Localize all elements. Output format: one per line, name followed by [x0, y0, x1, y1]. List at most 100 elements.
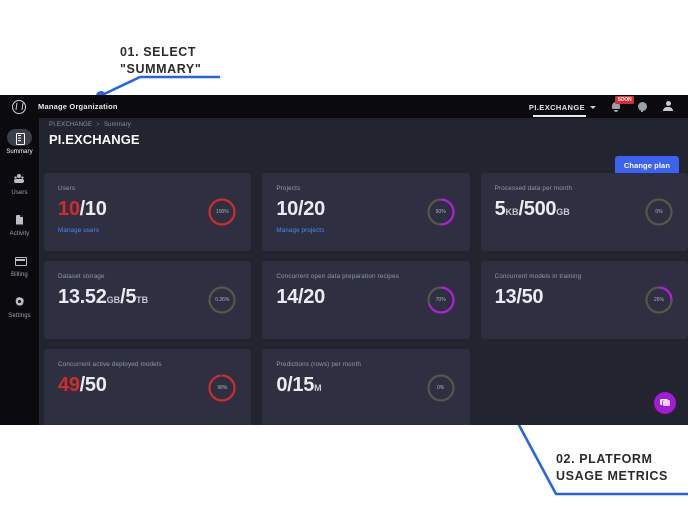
metric-progress-ring: 0%	[426, 373, 456, 403]
annotation-step-1: 01. SELECT "SUMMARY"	[120, 45, 202, 76]
metric-percent-label: 50%	[435, 209, 446, 215]
activity-icon	[14, 214, 25, 225]
settings-icon-wrap	[7, 293, 32, 310]
page-title: PI.EXCHANGE	[49, 132, 140, 147]
metric-progress-ring: 100%	[207, 197, 237, 227]
sidebar-item-summary[interactable]: Summary	[0, 124, 39, 160]
metric-percent-label: 0%	[437, 385, 445, 391]
metric-used: 49	[58, 374, 80, 396]
usage-metric-card: Concurrent active deployed models 49/50 98…	[44, 349, 252, 425]
metric-used: 10	[58, 198, 80, 220]
org-switcher[interactable]: PI.EXCHANGE	[529, 95, 596, 118]
metric-label: Projects	[276, 185, 301, 192]
metric-used: 14	[276, 286, 298, 308]
usage-metric-card: Predictions (rows) per month 0/15 M 0%	[262, 349, 470, 425]
metric-limit-unit: GB	[556, 207, 570, 217]
usage-metric-card: Concurrent open data preparation recipes…	[262, 261, 470, 339]
sidebar-item-label: Settings	[8, 313, 31, 319]
users-icon-wrap	[7, 170, 32, 187]
metric-limit-unit: TB	[136, 295, 149, 305]
annotation-step-2: 02. PLATFORM USAGE METRICS	[556, 452, 668, 483]
metric-limit: 5	[125, 286, 137, 308]
billing-icon-wrap	[7, 252, 32, 269]
activity-icon-wrap	[7, 211, 32, 228]
metric-progress-ring: 0%	[644, 197, 674, 227]
metric-limit: 50	[84, 374, 107, 396]
grid-empty-cell	[481, 349, 688, 425]
metric-limit: 10	[84, 198, 107, 220]
usage-metric-card: Projects 10/20 Manage projects 50%	[262, 173, 470, 251]
metric-progress-ring: 98%	[207, 373, 237, 403]
billing-icon	[14, 255, 27, 266]
usage-metrics-grid: Users 10/10 Manage users 100% Projects 10/20 M…	[44, 173, 688, 425]
metric-percent-label: 0.26%	[215, 297, 230, 303]
usage-metric-card: Dataset storage 13.52 GB/5 TB 0.26%	[44, 261, 252, 339]
sidebar-item-users[interactable]: Users	[0, 165, 39, 201]
metric-limit: 20	[303, 286, 325, 308]
pi-exchange-logo-icon	[12, 99, 26, 114]
breadcrumb-root[interactable]: PI.EXCHANGE	[49, 122, 92, 128]
metric-limit-unit: M	[314, 383, 322, 393]
metric-percent-label: 26%	[653, 297, 664, 303]
sidebar-item-label: Users	[11, 190, 28, 196]
metric-percent-label: 98%	[217, 385, 228, 391]
metric-used-unit: GB	[106, 295, 121, 305]
usage-metric-card: Users 10/10 Manage users 100%	[44, 173, 252, 251]
sidebar-item-activity[interactable]: Activity	[0, 206, 39, 242]
metric-percent-label: 100%	[215, 209, 229, 215]
metric-used: 0	[276, 374, 288, 396]
app-window: Manage Organization PI.EXCHANGE SOON Sum…	[0, 95, 688, 425]
breadcrumb: PI.EXCHANGE > Summary	[49, 122, 131, 128]
metric-progress-ring: 70%	[426, 285, 456, 315]
metric-limit: 500	[523, 198, 557, 220]
metric-label: Concurrent open data preparation recipes	[276, 273, 399, 280]
metric-progress-ring: 50%	[426, 197, 456, 227]
bell-icon[interactable]: SOON	[610, 96, 634, 113]
metric-used: 10	[276, 198, 298, 220]
metric-label: Predictions (rows) per month	[276, 361, 362, 368]
metric-used-unit: KB	[505, 207, 519, 217]
metric-used: 5	[494, 198, 506, 220]
top-bar: Manage Organization PI.EXCHANGE SOON	[0, 95, 688, 118]
metric-progress-ring: 26%	[644, 285, 674, 315]
sidebar-item-billing[interactable]: Billing	[0, 247, 39, 283]
topbar-title: Manage Organization	[38, 102, 118, 111]
sidebar-item-label: Billing	[11, 272, 28, 278]
summary-icon	[14, 132, 25, 145]
sidebar-item-label: Summary	[6, 149, 33, 155]
sidebar: Summary Users Activity Billing Settings	[0, 118, 39, 425]
metric-label: Concurrent models in training	[494, 273, 582, 280]
sidebar-item-label: Activity	[9, 231, 30, 237]
breadcrumb-separator: >	[96, 122, 100, 128]
chevron-down-icon	[590, 106, 596, 109]
metric-progress-ring: 0.26%	[207, 285, 237, 315]
user-avatar-icon[interactable]	[662, 100, 674, 113]
metric-label: Concurrent active deployed models	[58, 361, 162, 368]
metric-percent-label: 0%	[655, 209, 663, 215]
screenshot-canvas: 01. SELECT "SUMMARY" 02. PLATFORM USAGE …	[0, 0, 688, 516]
metric-limit: 15	[292, 374, 315, 396]
help-globe-icon[interactable]	[636, 100, 648, 113]
metric-limit: 20	[303, 198, 325, 220]
notification-badge: SOON	[615, 96, 634, 104]
metric-label: Dataset storage	[58, 273, 105, 280]
metric-action-link[interactable]: Manage users	[58, 227, 237, 234]
settings-icon	[14, 296, 25, 307]
metric-label: Processed data per month	[494, 185, 573, 192]
chat-bubble-icon	[659, 398, 671, 408]
sidebar-item-settings[interactable]: Settings	[0, 288, 39, 324]
metric-limit: 50	[521, 286, 544, 308]
usage-metric-card: Concurrent models in training 13/50 26%	[480, 261, 688, 339]
metric-label: Users	[58, 185, 76, 192]
summary-icon-wrap	[7, 129, 32, 146]
metric-percent-label: 70%	[435, 297, 446, 303]
main-content: PI.EXCHANGE > Summary PI.EXCHANGE Change…	[39, 118, 688, 425]
chat-support-button[interactable]	[654, 392, 676, 414]
users-icon	[14, 173, 25, 184]
org-switcher-label: PI.EXCHANGE	[528, 103, 585, 112]
usage-metric-card: Processed data per month 5 KB/500 GB 0%	[480, 173, 688, 251]
breadcrumb-current: Summary	[103, 122, 132, 128]
metric-used: 13.52	[58, 286, 107, 308]
metric-action-link[interactable]: Manage projects	[276, 227, 455, 234]
topbar-actions: PI.EXCHANGE SOON	[529, 95, 688, 118]
